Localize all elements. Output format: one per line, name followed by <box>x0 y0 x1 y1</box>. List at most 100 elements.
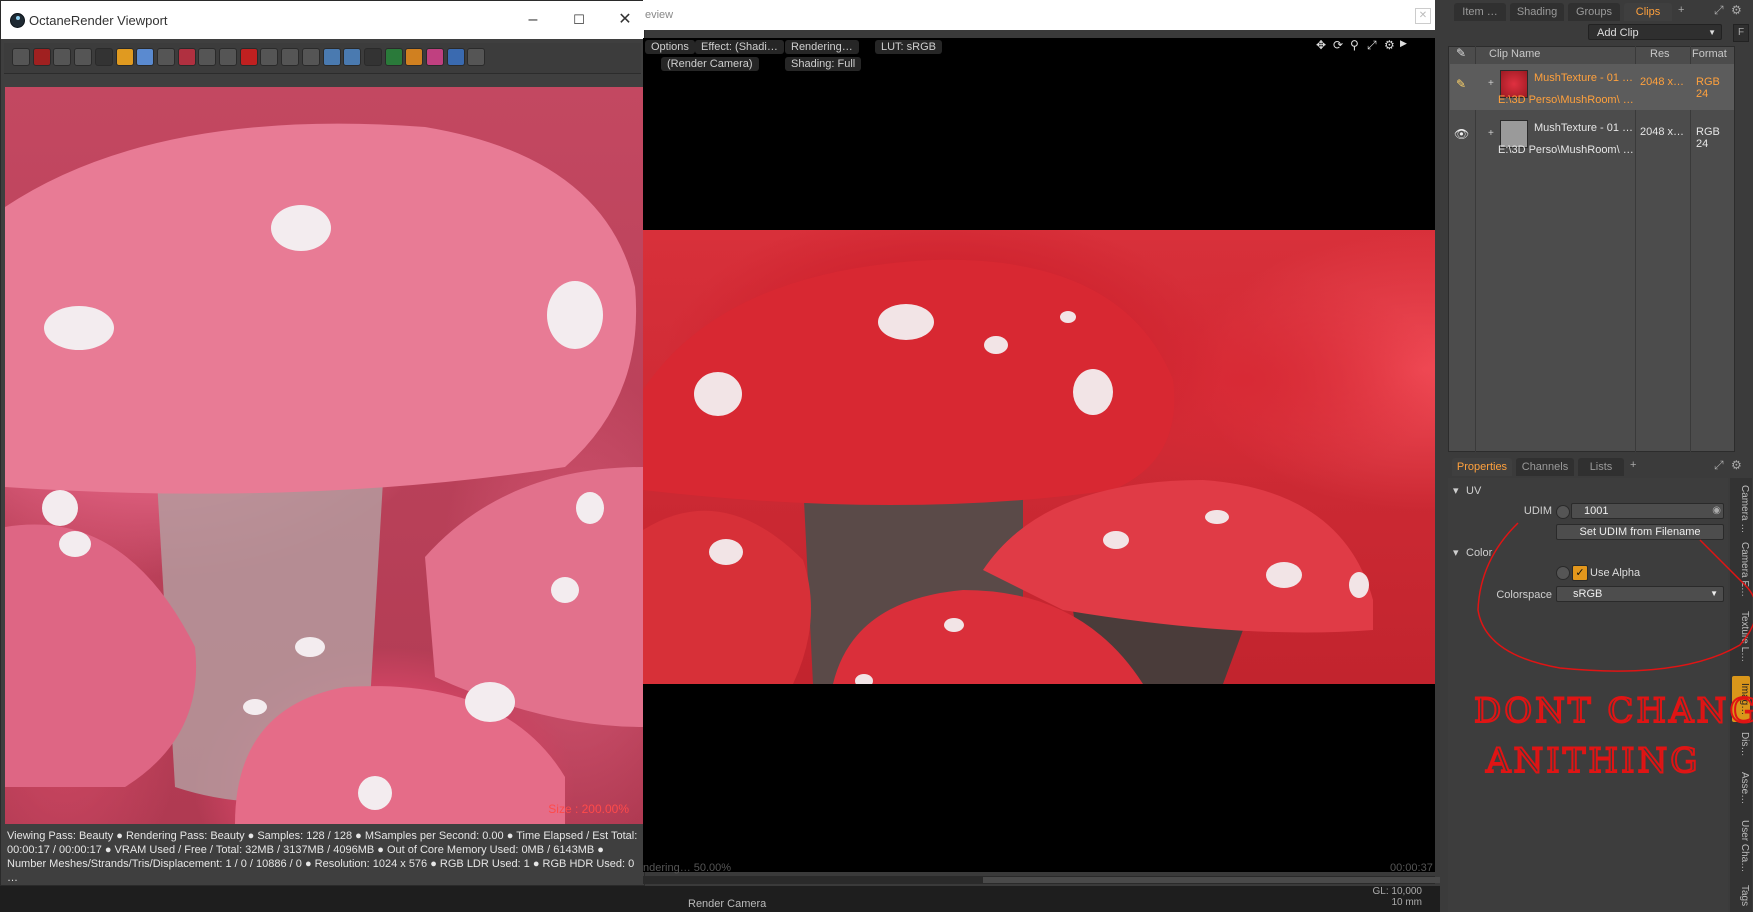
rotate-view-icon[interactable]: ⟳ <box>1333 38 1343 52</box>
move-view-icon[interactable]: ✥ <box>1316 38 1326 52</box>
tab-channels[interactable]: Channels <box>1516 458 1574 476</box>
cloud-icon[interactable] <box>343 48 362 66</box>
layers-icon[interactable] <box>384 48 403 66</box>
use-alpha-link-icon[interactable] <box>1556 566 1570 580</box>
preview-progress-text: ndering… 50.00% <box>643 862 732 874</box>
side-tab-texture-layers[interactable]: Texture L… <box>1732 604 1750 670</box>
properties-panel <box>1448 478 1728 912</box>
use-alpha-checkbox[interactable]: ✓ <box>1572 565 1588 581</box>
side-tab-tags[interactable]: Tags <box>1732 882 1750 910</box>
world-icon[interactable] <box>446 48 465 66</box>
stop-icon[interactable] <box>94 48 113 66</box>
set-udim-button[interactable]: Set UDIM from Filename <box>1556 524 1724 540</box>
tab-properties[interactable]: Properties <box>1452 458 1512 476</box>
preview-title: eview <box>645 9 674 21</box>
af-icon[interactable] <box>115 48 134 66</box>
maximize-button[interactable]: ☐ <box>565 9 593 31</box>
fit-view-icon[interactable]: ⤢ <box>1367 38 1377 53</box>
side-tab-strip: Camera … Camera E… Texture L… Imag… Dis…… <box>1730 478 1752 912</box>
play-icon[interactable]: ▶ <box>1400 38 1407 49</box>
colorspace-dropdown[interactable]: sRGB ▼ <box>1556 586 1724 602</box>
paint-brush-icon[interactable]: ✎ <box>1456 77 1466 91</box>
document-icon[interactable] <box>467 48 486 66</box>
bottom-camera-label: Render Camera <box>688 898 767 910</box>
cube-icon[interactable] <box>322 48 341 66</box>
clear-icon[interactable] <box>239 48 258 66</box>
expand-plus-icon[interactable]: + <box>1488 78 1494 89</box>
close-button[interactable]: ✕ <box>611 9 639 31</box>
column-format[interactable]: Format <box>1692 48 1727 60</box>
brush-header-icon: ✎ <box>1456 46 1467 60</box>
octane-toolbar <box>4 43 641 74</box>
filter-button[interactable]: F <box>1733 24 1749 42</box>
camera-menu[interactable]: (Render Camera) <box>661 57 759 71</box>
add-tab-icon[interactable]: + <box>1678 4 1684 16</box>
side-tab-assets[interactable]: Asse… <box>1732 766 1750 810</box>
restart-icon[interactable] <box>74 48 93 66</box>
udim-field[interactable]: 1001 ◉ <box>1571 503 1724 519</box>
focus-icon[interactable] <box>156 48 175 66</box>
camera-icon[interactable] <box>301 48 320 66</box>
add-tab-icon[interactable]: + <box>1630 459 1636 471</box>
column-clip-name[interactable]: Clip Name <box>1489 48 1540 60</box>
minimize-button[interactable]: – <box>519 9 547 31</box>
column-res[interactable]: Res <box>1650 48 1670 60</box>
eye-toggle-icon[interactable]: ◉ <box>1712 504 1721 518</box>
clip-name: MushTexture - 01 … <box>1534 122 1634 134</box>
tab-clips[interactable]: Clips <box>1624 3 1672 21</box>
color-section-label: Color <box>1466 547 1493 559</box>
effect-menu[interactable]: Effect: (Shadi… <box>695 40 784 54</box>
preview-close-icon[interactable]: ✕ <box>1415 8 1431 24</box>
stop-render-icon[interactable] <box>32 48 51 66</box>
color-picker-icon[interactable] <box>136 48 155 66</box>
film-region-icon[interactable] <box>198 48 217 66</box>
side-tab-user-channels[interactable]: User Cha… <box>1732 816 1750 876</box>
gl-line: GL: 10,000 <box>1372 886 1422 897</box>
octane-size-label: Size : 200.00% <box>548 802 629 816</box>
tab-item[interactable]: Item … <box>1454 3 1506 21</box>
side-tab-camera-effects[interactable]: Camera E… <box>1732 540 1750 600</box>
expand-plus-icon[interactable]: + <box>1488 128 1494 139</box>
mix-icon[interactable] <box>405 48 424 66</box>
tab-lists[interactable]: Lists <box>1578 458 1624 476</box>
panel-gear-icon[interactable]: ⚙ <box>1731 3 1742 17</box>
side-tab-camera[interactable]: Camera … <box>1732 482 1750 536</box>
clip-row[interactable]: 👁 + MushTexture - 01 … E:\3D Perso\MushR… <box>1450 114 1734 160</box>
settings-icon[interactable] <box>260 48 279 66</box>
colorspace-value: sRGB <box>1573 588 1603 600</box>
octane-render-view[interactable]: Size : 200.00% <box>5 87 643 824</box>
panel-gear-icon[interactable]: ⚙ <box>1731 458 1742 472</box>
view-settings-icon[interactable]: ⚙ <box>1384 38 1395 52</box>
save-icon[interactable] <box>219 48 237 66</box>
eye-icon[interactable]: 👁 <box>1454 127 1469 141</box>
snapshot-icon[interactable] <box>281 48 300 66</box>
color-section-toggle[interactable]: ▾ <box>1453 546 1459 559</box>
terminal-icon[interactable] <box>363 48 382 66</box>
fit-icon[interactable] <box>12 48 30 66</box>
palette-icon[interactable] <box>426 48 444 66</box>
options-menu[interactable]: Options <box>645 40 695 54</box>
clip-path: E:\3D Perso\MushRoom\ … <box>1498 144 1634 156</box>
clip-row[interactable]: ✎ + MushTexture - 01 … E:\3D Perso\MushR… <box>1450 64 1734 110</box>
side-tab-display[interactable]: Dis… <box>1732 728 1750 760</box>
octane-title-bar[interactable]: OctaneRender Viewport – ☐ ✕ <box>1 1 644 39</box>
tab-groups[interactable]: Groups <box>1568 3 1620 21</box>
rendering-menu[interactable]: Rendering… <box>785 40 859 54</box>
uv-section-toggle[interactable]: ▾ <box>1453 484 1459 497</box>
preview-scrollbar[interactable] <box>643 876 1443 884</box>
pause-icon[interactable] <box>53 48 72 66</box>
preview-options-bar: Options Effect: (Shadi… Rendering… LUT: … <box>643 38 1435 74</box>
expand-icon[interactable]: ⤢ <box>1714 3 1724 18</box>
region-icon[interactable] <box>177 48 196 66</box>
scrollbar-thumb[interactable] <box>983 877 1443 883</box>
clip-format: RGB 24 <box>1696 126 1720 150</box>
chevron-down-icon: ▼ <box>1708 28 1716 37</box>
add-clip-dropdown[interactable]: Add Clip ▼ <box>1588 24 1722 40</box>
shading-menu[interactable]: Shading: Full <box>785 57 862 71</box>
zoom-view-icon[interactable]: ⚲ <box>1350 38 1359 52</box>
lut-menu[interactable]: LUT: sRGB <box>875 40 943 54</box>
expand-icon[interactable]: ⤢ <box>1714 458 1724 473</box>
side-tab-image[interactable]: Imag… <box>1732 676 1750 722</box>
udim-link-icon[interactable] <box>1556 505 1570 519</box>
tab-shading[interactable]: Shading <box>1510 3 1564 21</box>
